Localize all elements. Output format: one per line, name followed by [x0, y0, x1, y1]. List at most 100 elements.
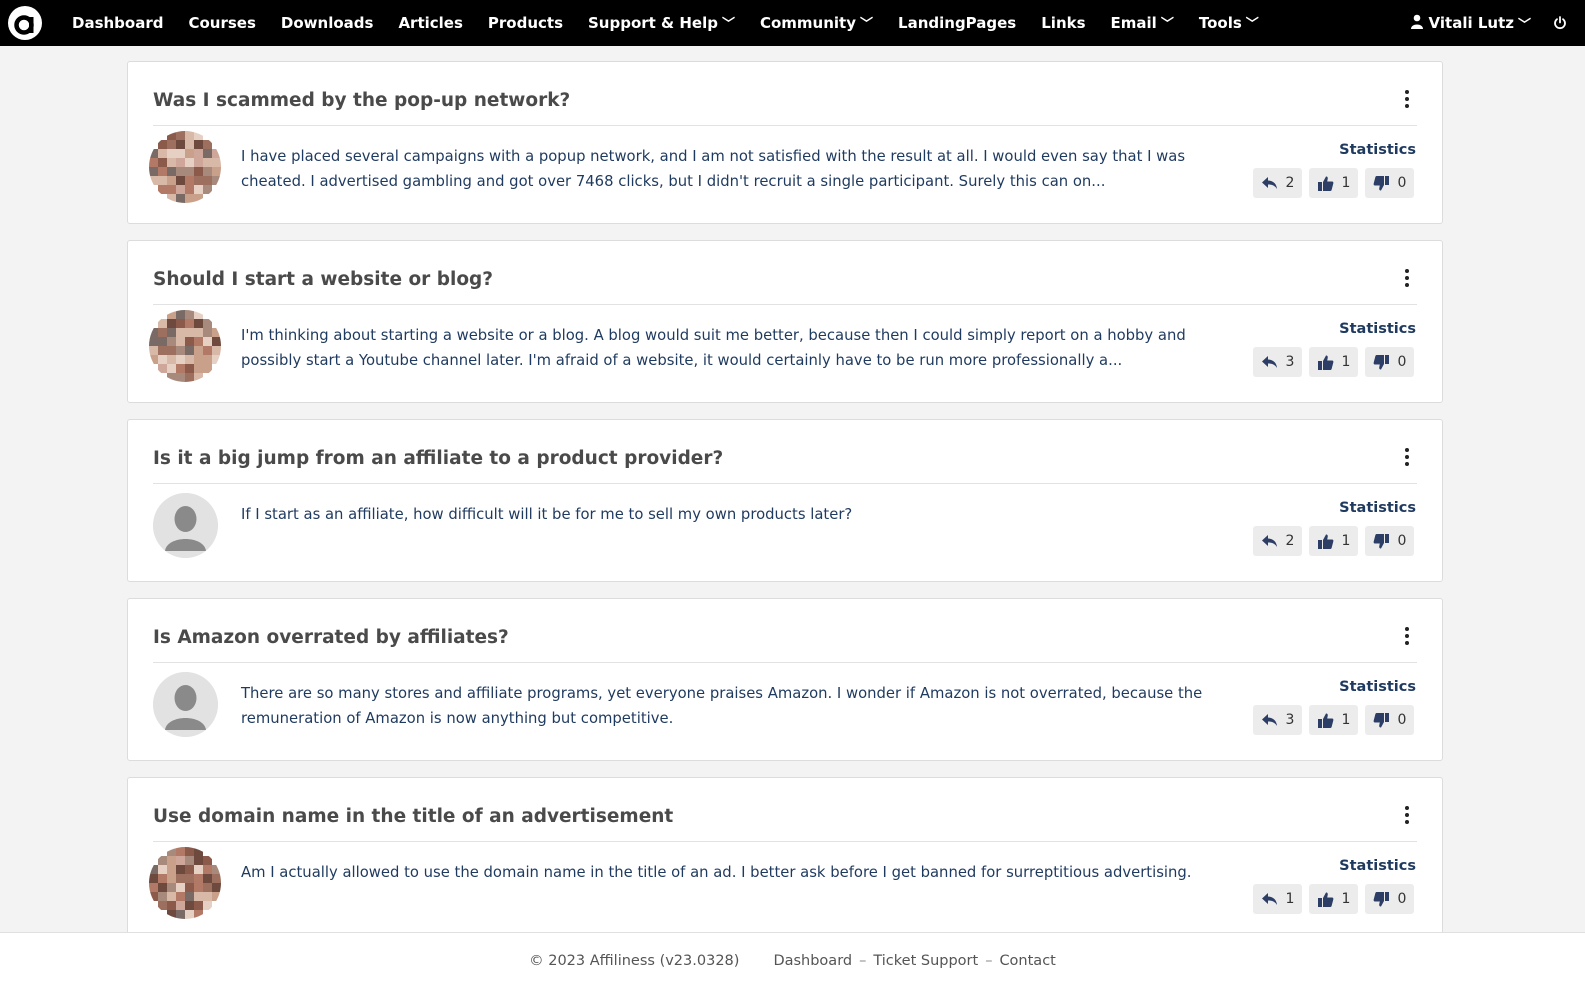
- nav-item-label: Support & Help: [588, 14, 718, 32]
- question-title[interactable]: Is Amazon overrated by affiliates?: [153, 627, 509, 648]
- nav-item-articles[interactable]: Articles: [398, 14, 462, 32]
- footer-link-dashboard[interactable]: Dashboard: [773, 953, 852, 969]
- more-options-icon[interactable]: [1402, 269, 1412, 289]
- dislike-count: 0: [1397, 175, 1407, 191]
- question-excerpt: Am I actually allowed to use the domain …: [241, 864, 1192, 881]
- reply-count: 3: [1285, 712, 1295, 728]
- nav-item-label: Links: [1041, 14, 1086, 32]
- power-icon[interactable]: [1553, 16, 1567, 30]
- user-menu[interactable]: Vitali Lutz ﹀: [1410, 14, 1531, 33]
- nav-item-products[interactable]: Products: [488, 14, 563, 32]
- question-card: Is Amazon overrated by affiliates? There…: [127, 598, 1443, 761]
- dislike-button[interactable]: 0: [1365, 168, 1414, 198]
- dislike-count: 0: [1397, 354, 1407, 370]
- thumbs-down-icon: [1373, 533, 1398, 550]
- statistics-link[interactable]: Statistics: [1339, 858, 1416, 874]
- like-button[interactable]: 1: [1309, 884, 1358, 914]
- nav-item-downloads[interactable]: Downloads: [281, 14, 374, 32]
- reply-icon: [1261, 534, 1286, 548]
- divider: [153, 304, 1417, 305]
- nav-item-label: LandingPages: [898, 14, 1017, 32]
- chevron-down-icon: ﹀: [1160, 16, 1174, 32]
- dislike-button[interactable]: 0: [1365, 705, 1414, 735]
- stats-buttons: 2 1 0: [1246, 168, 1414, 198]
- like-count: 1: [1341, 533, 1351, 549]
- more-options-icon[interactable]: [1402, 806, 1412, 826]
- question-title[interactable]: Is it a big jump from an affiliate to a …: [153, 448, 723, 469]
- statistics-link[interactable]: Statistics: [1339, 500, 1416, 516]
- question-title[interactable]: Should I start a website or blog?: [153, 269, 493, 290]
- user-name: Vitali Lutz: [1428, 14, 1514, 32]
- stats-buttons: 1 1 0: [1246, 884, 1414, 914]
- nav-item-community[interactable]: Community ﹀: [760, 14, 873, 33]
- divider: [153, 662, 1417, 663]
- statistics-link[interactable]: Statistics: [1339, 679, 1416, 695]
- reply-count-button[interactable]: 2: [1253, 168, 1302, 198]
- avatar[interactable]: [149, 310, 221, 382]
- like-button[interactable]: 1: [1309, 347, 1358, 377]
- nav-item-dashboard[interactable]: Dashboard: [72, 14, 163, 32]
- question-excerpt: There are so many stores and affiliate p…: [241, 685, 1203, 727]
- dislike-count: 0: [1397, 891, 1407, 907]
- nav-item-support-help[interactable]: Support & Help ﹀: [588, 14, 735, 33]
- footer-separator: –: [859, 953, 867, 969]
- nav-item-label: Email: [1110, 14, 1157, 32]
- user-icon: [1410, 14, 1423, 33]
- like-button[interactable]: 1: [1309, 168, 1358, 198]
- thumbs-down-icon: [1373, 891, 1398, 908]
- nav-item-tools[interactable]: Tools ﹀: [1199, 14, 1259, 33]
- stats-buttons: 3 1 0: [1246, 705, 1414, 735]
- reply-count: 3: [1285, 354, 1295, 370]
- like-button[interactable]: 1: [1309, 526, 1358, 556]
- footer-link-ticket-support[interactable]: Ticket Support: [873, 953, 978, 969]
- nav-item-email[interactable]: Email ﹀: [1111, 14, 1174, 33]
- footer-separator: –: [985, 953, 993, 969]
- statistics-link[interactable]: Statistics: [1339, 321, 1416, 337]
- statistics-link[interactable]: Statistics: [1339, 142, 1416, 158]
- nav-item-links[interactable]: Links: [1041, 14, 1085, 32]
- reply-icon: [1261, 892, 1286, 906]
- default-avatar-icon[interactable]: [153, 493, 218, 558]
- footer-link-contact[interactable]: Contact: [999, 953, 1055, 969]
- thumbs-up-icon: [1317, 712, 1342, 729]
- footer-copyright: © 2023 Affiliness (v23.0328): [529, 953, 740, 969]
- affiliness-logo-icon[interactable]: [8, 6, 42, 40]
- chevron-down-icon: ﹀: [1245, 16, 1259, 32]
- like-button[interactable]: 1: [1309, 705, 1358, 735]
- default-avatar-icon[interactable]: [153, 672, 218, 737]
- avatar[interactable]: [149, 131, 221, 203]
- like-count: 1: [1341, 354, 1351, 370]
- dislike-button[interactable]: 0: [1365, 526, 1414, 556]
- like-count: 1: [1341, 175, 1351, 191]
- thumbs-up-icon: [1317, 175, 1342, 192]
- nav-item-label: Articles: [398, 14, 463, 32]
- question-excerpt: If I start as an affiliate, how difficul…: [241, 506, 853, 523]
- more-options-icon[interactable]: [1402, 627, 1412, 647]
- more-options-icon[interactable]: [1402, 448, 1412, 468]
- nav-item-courses[interactable]: Courses: [188, 14, 255, 32]
- reply-count: 1: [1285, 891, 1295, 907]
- footer: © 2023 Affiliness (v23.0328) Dashboard –…: [0, 932, 1585, 989]
- chevron-down-icon: ﹀: [1517, 17, 1531, 33]
- question-card: Should I start a website or blog? I'm th…: [127, 240, 1443, 403]
- nav-item-landingpages[interactable]: LandingPages: [898, 14, 1016, 32]
- chevron-down-icon: ﹀: [860, 16, 874, 32]
- more-options-icon[interactable]: [1402, 90, 1412, 110]
- question-title[interactable]: Was I scammed by the pop-up network?: [153, 90, 570, 111]
- divider: [153, 125, 1417, 126]
- dislike-button[interactable]: 0: [1365, 884, 1414, 914]
- dislike-count: 0: [1397, 533, 1407, 549]
- thumbs-down-icon: [1373, 712, 1398, 729]
- reply-count-button[interactable]: 3: [1253, 347, 1302, 377]
- divider: [153, 483, 1417, 484]
- question-title[interactable]: Use domain name in the title of an adver…: [153, 806, 673, 827]
- question-excerpt: I'm thinking about starting a website or…: [241, 327, 1186, 369]
- question-feed: Was I scammed by the pop-up network? I h…: [127, 61, 1443, 956]
- reply-count-button[interactable]: 1: [1253, 884, 1302, 914]
- dislike-count: 0: [1397, 712, 1407, 728]
- reply-count-button[interactable]: 3: [1253, 705, 1302, 735]
- dislike-button[interactable]: 0: [1365, 347, 1414, 377]
- avatar[interactable]: [149, 847, 221, 919]
- reply-count-button[interactable]: 2: [1253, 526, 1302, 556]
- question-card: Use domain name in the title of an adver…: [127, 777, 1443, 940]
